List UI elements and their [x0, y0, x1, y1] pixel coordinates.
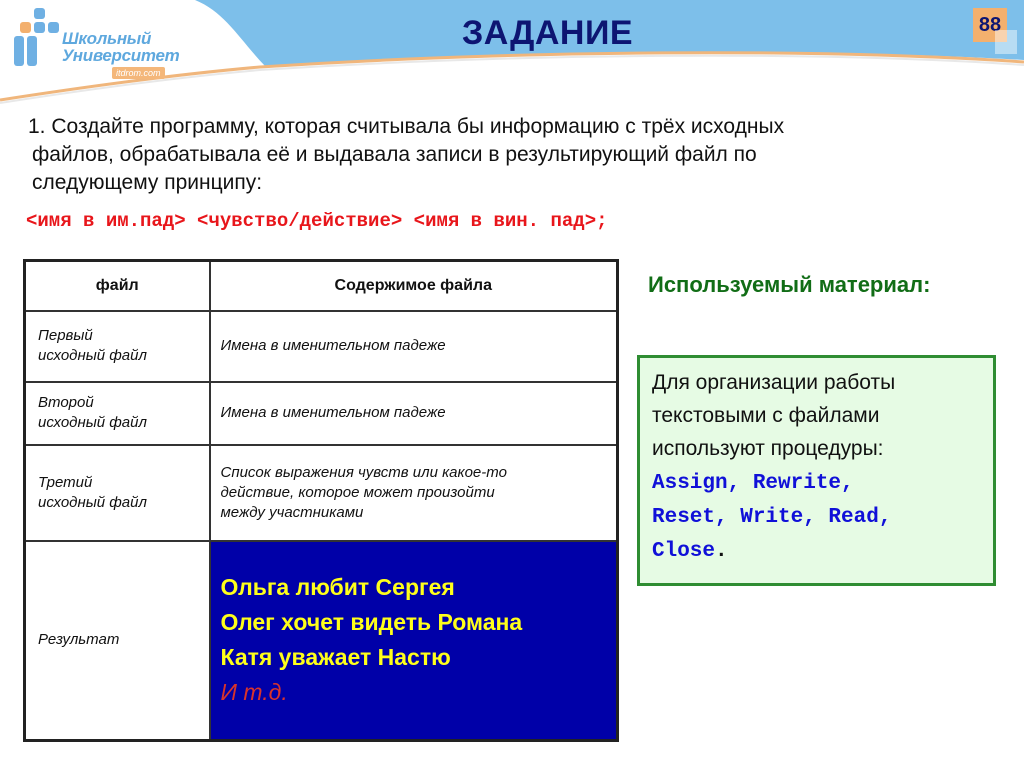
column-header-file: файл — [23, 259, 211, 312]
table-row: Третий исходный файл Список выражения чу… — [23, 443, 619, 542]
file-cell: Третий исходный файл — [23, 443, 211, 542]
procedure-end-dot: . — [715, 540, 728, 563]
file-label: исходный файл — [38, 347, 147, 364]
result-etc: И т.д. — [220, 679, 288, 706]
logo-url: itdrom.com — [112, 67, 165, 79]
material-heading: Используемый материал: — [648, 272, 931, 297]
procedure-line: Close. — [652, 535, 993, 569]
procedure-line: Reset, Write, Read, — [652, 506, 892, 529]
material-text-line: Для организации работы — [652, 371, 896, 394]
logo-icon — [12, 8, 64, 78]
file-label: исходный файл — [38, 414, 147, 431]
content-line: Список выражения чувств или какое-то — [220, 463, 507, 481]
result-line: Олег хочет видеть Романа — [220, 609, 523, 636]
file-label: Первый — [38, 327, 93, 344]
task-line: 1. Создайте программу, которая считывала… — [28, 115, 785, 138]
content-cell: Имена в именительном падеже — [208, 309, 619, 383]
logo-text: Школьный Университет — [62, 29, 180, 65]
task-line: следующему принципу: — [32, 171, 263, 194]
content-line: между участниками — [220, 503, 364, 521]
slide-header: Школьный Университет itdrom.com ЗАДАНИЕ … — [0, 0, 1024, 110]
task-line: файлов, обрабатывала её и выдавала запис… — [32, 143, 757, 166]
task-description: 1. Создайте программу, которая считывала… — [28, 113, 988, 197]
output-format-formula: <имя в им.пад> <чувство/действие> <имя в… — [26, 210, 608, 232]
content-line: действие, которое может произойти — [220, 483, 495, 501]
page-number-decoration — [995, 30, 1017, 54]
logo-line1: Школьный — [62, 29, 152, 48]
file-cell: Второй исходный файл — [23, 380, 211, 446]
table-row: Первый исходный файл Имена в именительно… — [23, 309, 619, 383]
procedure-list: Assign, Rewrite, Reset, Write, Read, Clo… — [652, 467, 993, 569]
file-label: Результат — [38, 631, 120, 649]
table-header-row: файл Содержимое файла — [23, 259, 619, 312]
result-line: Ольга любит Сергея — [220, 574, 455, 601]
procedure-line: Assign, Rewrite, — [652, 472, 854, 495]
logo: Школьный Университет itdrom.com — [12, 8, 182, 88]
content-cell: Список выражения чувств или какое-то дей… — [208, 443, 619, 542]
file-label: Второй — [38, 394, 94, 411]
material-text-line: используют процедуры: — [652, 437, 884, 460]
column-header-content: Содержимое файла — [208, 259, 619, 312]
content-cell: Имена в именительном падеже — [208, 380, 619, 446]
material-text: Для организации работы текстовыми с файл… — [652, 366, 993, 465]
file-label: исходный файл — [38, 493, 147, 511]
logo-line2: Университет — [62, 46, 180, 65]
procedure-name: Close — [652, 540, 716, 563]
file-label: Третий — [38, 473, 93, 491]
files-table: файл Содержимое файла Первый исходный фа… — [23, 259, 619, 742]
page-title: ЗАДАНИЕ — [462, 14, 634, 52]
material-box: Для организации работы текстовыми с файл… — [637, 355, 996, 586]
file-cell: Первый исходный файл — [23, 309, 211, 383]
result-cell: Ольга любит Сергея Олег хочет видеть Ром… — [208, 539, 619, 742]
material-text-line: текстовыми с файлами — [652, 404, 880, 427]
table-row-result: Результат Ольга любит Сергея Олег хочет … — [23, 539, 619, 742]
table-row: Второй исходный файл Имена в именительно… — [23, 380, 619, 446]
result-line: Катя уважает Настю — [220, 644, 451, 671]
file-cell: Результат — [23, 539, 211, 742]
